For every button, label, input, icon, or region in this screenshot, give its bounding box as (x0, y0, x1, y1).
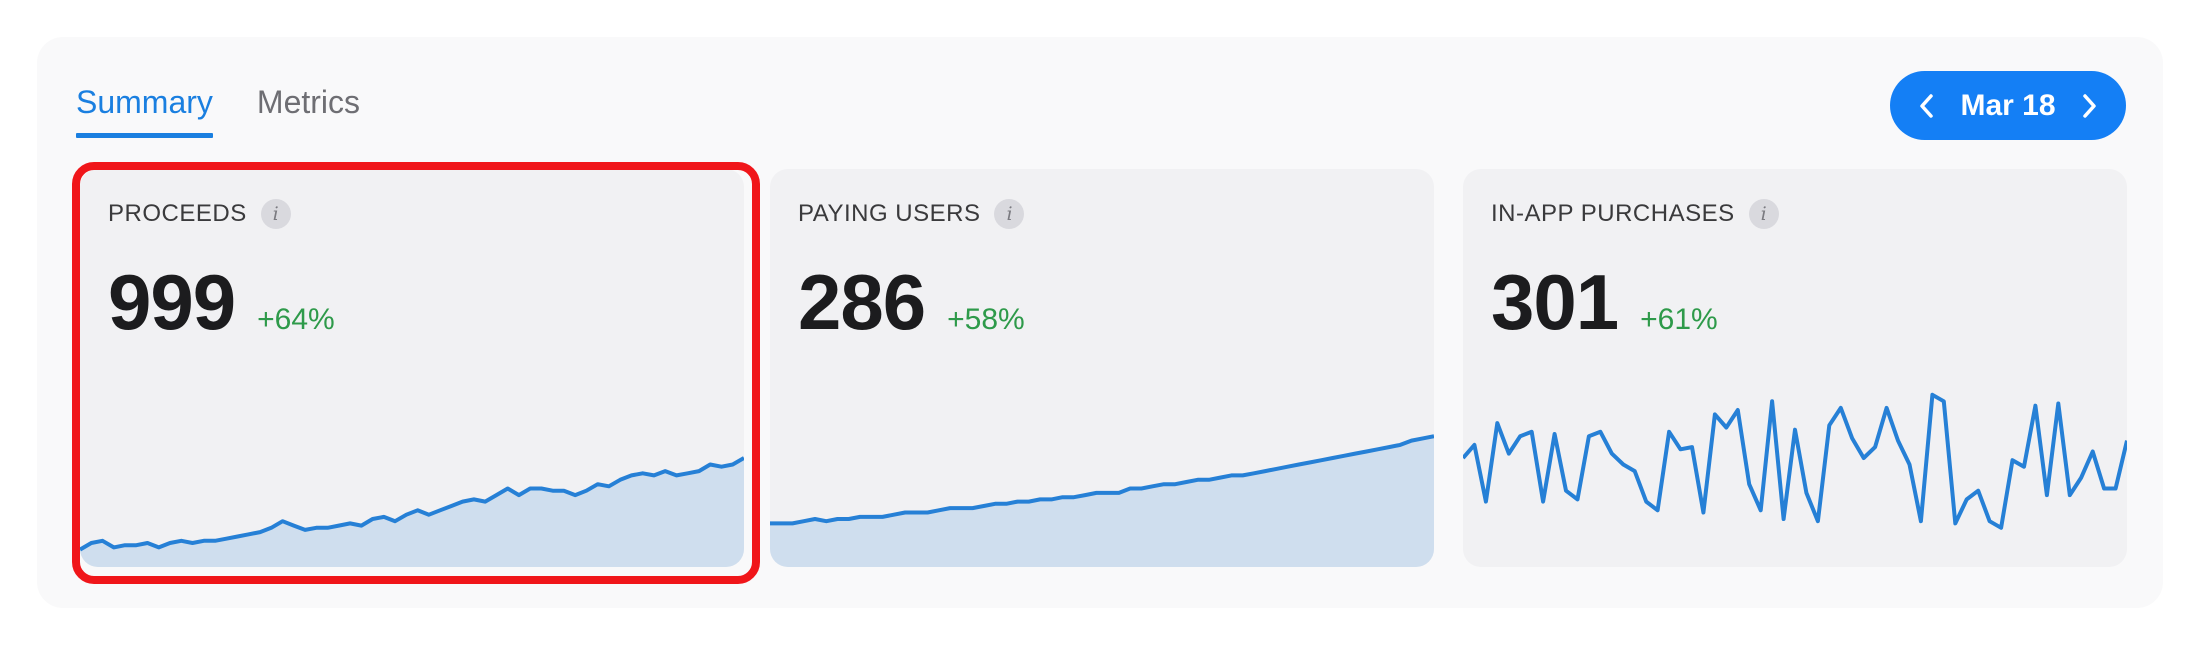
chevron-right-icon[interactable] (2080, 92, 2100, 120)
sparkline-chart (770, 434, 1434, 567)
metric-card-proceeds[interactable]: PROCEEDS i 999 +64% (80, 169, 744, 567)
tab-metrics[interactable]: Metrics (257, 78, 360, 138)
sparkline-line (1463, 392, 2127, 530)
tab-summary[interactable]: Summary (76, 78, 213, 138)
tab-bar: Summary Metrics (76, 78, 360, 138)
date-picker: Mar 18 (1890, 71, 2126, 140)
sparkline-chart (80, 456, 744, 567)
sparkline-chart (1463, 392, 2127, 530)
metric-card-in-app-purchases[interactable]: IN-APP PURCHASES i 301 +61% (1463, 169, 2127, 567)
metric-card-paying-users[interactable]: PAYING USERS i 286 +58% (770, 169, 1434, 567)
chevron-left-icon[interactable] (1916, 92, 1936, 120)
date-label[interactable]: Mar 18 (1960, 89, 2055, 123)
